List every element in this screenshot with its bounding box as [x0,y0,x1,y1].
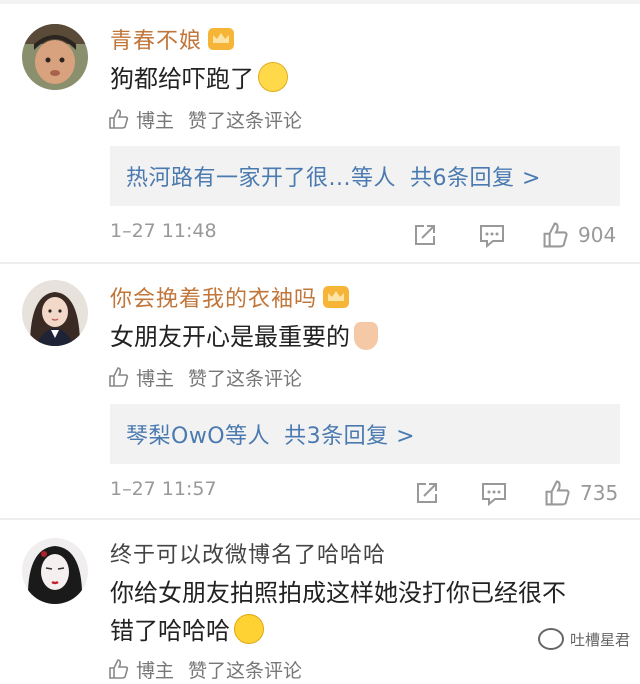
watermark-text: 吐槽星君 [569,630,630,649]
username[interactable]: 你会挽着我的衣袖吗 [110,281,317,313]
reply-button[interactable] [478,218,506,252]
reply-total-link[interactable]: 共6条回复 > [410,160,541,192]
comment-text: 狗都给吓跑了 [110,60,620,98]
reply-button[interactable] [480,476,508,510]
comment-meta-row: 1–27 11:48 904 [110,218,620,252]
top-divider [0,0,640,4]
sleepy-face-emoji-icon [258,62,288,92]
comment-divider [0,518,640,520]
comment-text-content: 狗都给吓跑了 [110,65,254,93]
liked-text: 赞了这条评论 [188,367,303,390]
comment-icon [480,225,504,248]
comment-text-content: 女朋友开心是最重要的 [110,323,350,351]
username-row: 你会挽着我的衣袖吗 [110,280,350,314]
reply-preview-box[interactable]: 琴梨OwO等人 共3条回复 > [110,404,620,464]
thumbs-up-icon [543,222,568,248]
username-row: 青春不娘 [110,22,235,56]
comment-time: 1–27 11:48 [110,220,217,242]
like-button[interactable]: 735 [544,476,618,510]
liked-text: 赞了这条评论 [188,659,303,682]
thumbs-up-emoji-icon [354,322,378,350]
reply-preview-text: 热河路有一家开了很...等人 [126,166,396,191]
vip-crown-icon [208,28,235,50]
blogger-label[interactable]: 博主 [136,106,174,133]
reply-total-link[interactable]: 共3条回复 > [284,418,415,450]
blogger-liked-row: 博主 赞了这条评论 [108,654,302,684]
blogger-liked-row: 博主 赞了这条评论 [108,362,302,392]
watermark: 吐槽星君 [537,628,630,650]
share-icon [415,225,435,245]
thumbs-up-outline-icon [109,109,129,129]
username[interactable]: 青春不娘 [110,23,202,55]
like-button[interactable]: 904 [542,218,616,252]
thumbs-up-outline-icon [109,367,129,387]
reply-preview-text: 琴梨OwO等人 [126,424,271,449]
username-row: 终于可以改微博名了哈哈哈 [110,536,386,570]
like-count: 735 [580,481,619,505]
reply-preview-box[interactable]: 热河路有一家开了很...等人 共6条回复 > [110,146,620,206]
like-count: 904 [578,223,617,247]
blogger-liked-row: 博主 赞了这条评论 [108,104,302,134]
avatar[interactable] [22,280,88,346]
comment-text-line: 你给女朋友拍照拍成这样她没打你已经很不 [110,579,566,607]
thumbs-up-icon [545,480,570,506]
comment-divider [0,262,640,264]
comment-text: 女朋友开心是最重要的 [110,318,620,356]
username[interactable]: 终于可以改微博名了哈哈哈 [110,537,386,569]
share-icon [417,483,437,503]
avatar[interactable] [22,538,88,604]
avatar[interactable] [22,24,88,90]
blogger-label[interactable]: 博主 [136,364,174,391]
comment-icon [482,483,506,506]
comment-time: 1–27 11:57 [110,478,217,500]
share-button[interactable] [414,476,440,510]
wechat-logo-icon [537,628,564,650]
comment-meta-row: 1–27 11:57 735 [110,476,620,510]
thumbs-up-outline-icon [109,659,129,679]
vip-crown-icon [323,286,350,308]
blogger-label[interactable]: 博主 [136,656,174,683]
liked-text: 赞了这条评论 [188,109,303,132]
laughing-tears-emoji-icon [234,614,264,644]
share-button[interactable] [412,218,438,252]
comment-text-line: 错了哈哈哈 [110,617,230,645]
